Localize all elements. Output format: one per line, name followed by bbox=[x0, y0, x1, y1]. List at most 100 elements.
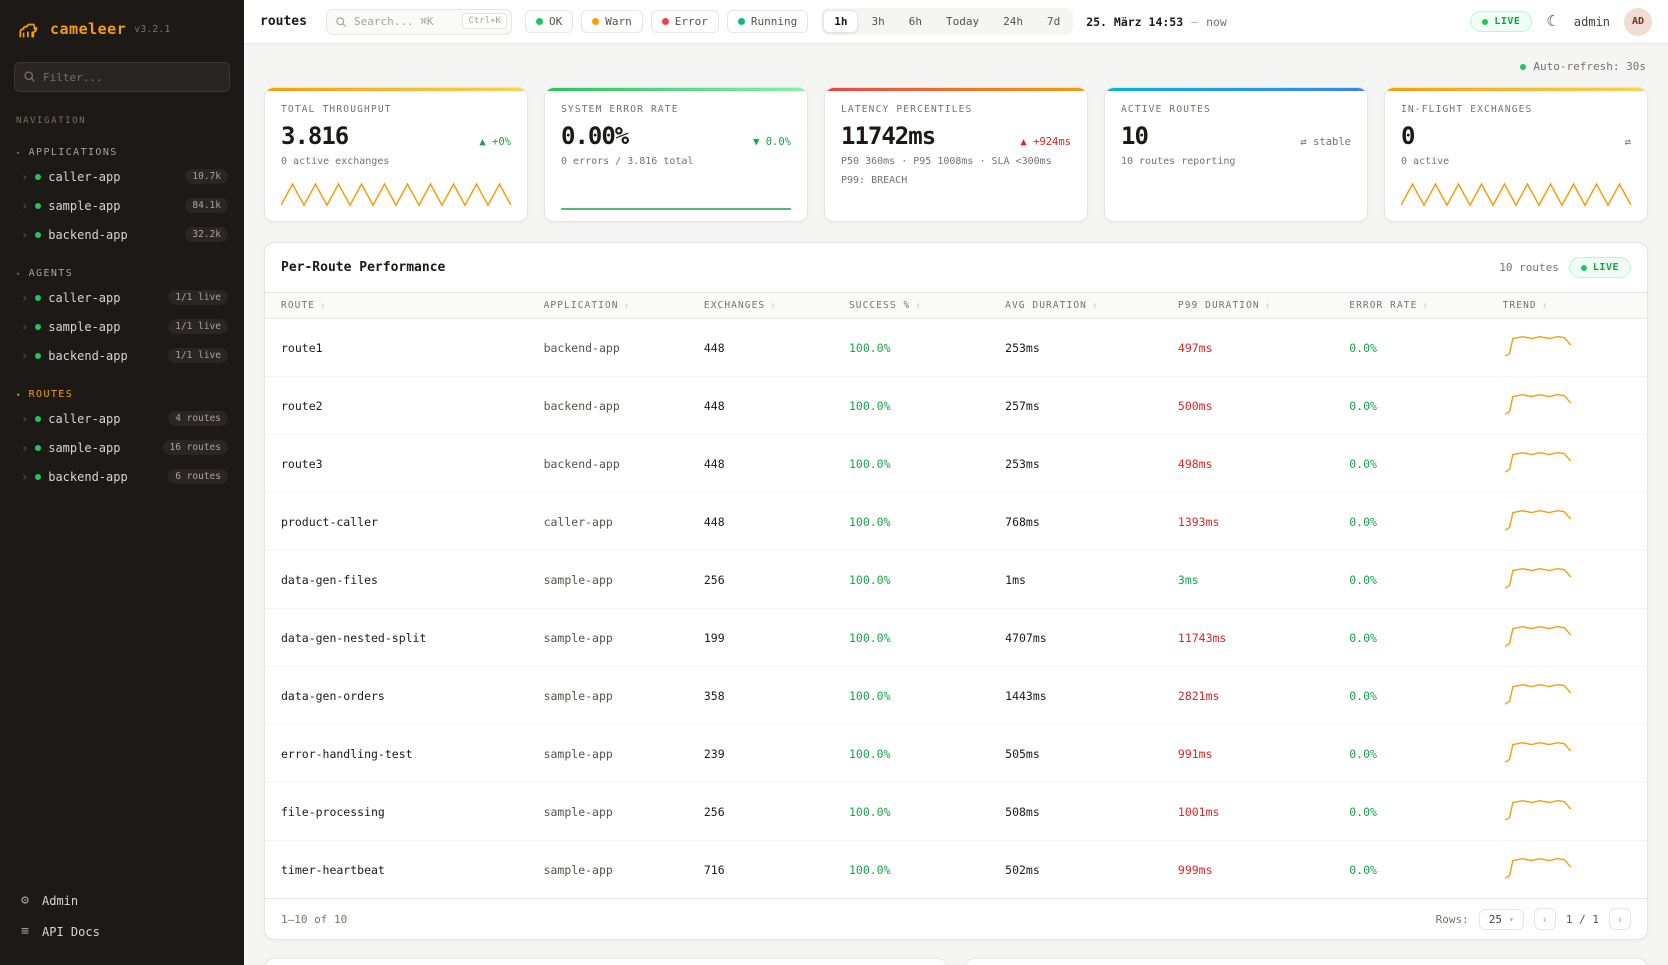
section-header-routes[interactable]: ▾ ROUTES bbox=[0, 382, 244, 404]
cell-exchanges: 448 bbox=[688, 319, 833, 377]
moon-icon: ☾ bbox=[1546, 13, 1559, 30]
table-row-product-caller[interactable]: product-caller caller-app 448 100.0% 768… bbox=[265, 493, 1647, 551]
cell-p99-duration: 999ms bbox=[1162, 841, 1333, 899]
cell-success: 100.0% bbox=[833, 493, 989, 551]
section-header-applications[interactable]: ▾ APPLICATIONS bbox=[0, 140, 244, 162]
cell-avg-duration: 4707ms bbox=[989, 609, 1162, 667]
range-button-3h[interactable]: 3h bbox=[860, 10, 895, 33]
range-button-today[interactable]: Today bbox=[935, 10, 990, 33]
sidebar-item-routes-sample-app[interactable]: › sample-app 16 routes bbox=[0, 433, 244, 462]
range-button-7d[interactable]: 7d bbox=[1036, 10, 1071, 33]
status-dot-icon bbox=[35, 295, 41, 301]
cell-route: product-caller bbox=[265, 493, 528, 551]
charts-grid: THROUGHPUT (MSG/S) LATENCY (MS) bbox=[264, 958, 1648, 965]
column-header-trend[interactable]: TREND↕ bbox=[1487, 293, 1647, 319]
cell-success: 100.0% bbox=[833, 435, 989, 493]
status-dot-icon bbox=[35, 203, 41, 209]
app-logo[interactable]: cameleer v3.2.1 bbox=[0, 0, 244, 56]
filter-chip-running[interactable]: Running bbox=[727, 10, 808, 33]
column-header-avg-duration[interactable]: AVG DURATION↕ bbox=[989, 293, 1162, 319]
sidebar-item-routes-backend-app[interactable]: › backend-app 6 routes bbox=[0, 462, 244, 491]
dark-mode-toggle[interactable]: ☾ bbox=[1546, 14, 1559, 29]
sidebar-sections: ▾ APPLICATIONS › caller-app 10.7k › samp… bbox=[0, 128, 244, 491]
cell-success: 100.0% bbox=[833, 377, 989, 435]
live-badge[interactable]: LIVE bbox=[1470, 11, 1532, 32]
table-row-file-processing[interactable]: file-processing sample-app 256 100.0% 50… bbox=[265, 783, 1647, 841]
sidebar-item-applications-caller-app[interactable]: › caller-app 10.7k bbox=[0, 162, 244, 191]
time-display[interactable]: 25. März 14:53 — now bbox=[1086, 15, 1227, 29]
sidebar-item-agents-caller-app[interactable]: › caller-app 1/1 live bbox=[0, 283, 244, 312]
cell-route: timer-heartbeat bbox=[265, 841, 528, 899]
cell-avg-duration: 253ms bbox=[989, 435, 1162, 493]
cell-success: 100.0% bbox=[833, 667, 989, 725]
rows-per-page-select[interactable]: 25 ▾ bbox=[1479, 909, 1524, 930]
cell-application: sample-app bbox=[528, 783, 688, 841]
next-page-button[interactable]: › bbox=[1609, 908, 1631, 930]
cell-trend bbox=[1487, 435, 1647, 493]
table-row-data-gen-files[interactable]: data-gen-files sample-app 256 100.0% 1ms… bbox=[265, 551, 1647, 609]
table-footer: 1–10 of 10 Rows: 25 ▾ ‹ 1 / 1 › bbox=[265, 898, 1647, 939]
item-badge: 84.1k bbox=[185, 198, 228, 213]
cell-route: route3 bbox=[265, 435, 528, 493]
table-row-route2[interactable]: route2 backend-app 448 100.0% 257ms 500m… bbox=[265, 377, 1647, 435]
sidebar-api-docs[interactable]: ≡ API Docs bbox=[0, 916, 244, 947]
status-dot-icon bbox=[35, 353, 41, 359]
prev-page-button[interactable]: ‹ bbox=[1534, 908, 1556, 930]
table-row-error-handling-test[interactable]: error-handling-test sample-app 239 100.0… bbox=[265, 725, 1647, 783]
sidebar-item-agents-sample-app[interactable]: › sample-app 1/1 live bbox=[0, 312, 244, 341]
table-row-route1[interactable]: route1 backend-app 448 100.0% 253ms 497m… bbox=[265, 319, 1647, 377]
column-header-success[interactable]: SUCCESS %↕ bbox=[833, 293, 989, 319]
cell-p99-duration: 1001ms bbox=[1162, 783, 1333, 841]
column-header-route[interactable]: ROUTE↕ bbox=[265, 293, 528, 319]
table-row-route3[interactable]: route3 backend-app 448 100.0% 253ms 498m… bbox=[265, 435, 1647, 493]
status-dot-icon bbox=[592, 18, 599, 25]
range-button-6h[interactable]: 6h bbox=[898, 10, 933, 33]
cell-trend bbox=[1487, 319, 1647, 377]
status-dot-icon bbox=[662, 18, 669, 25]
time-start: 25. März 14:53 bbox=[1086, 15, 1183, 29]
section-header-agents[interactable]: ▾ AGENTS bbox=[0, 261, 244, 283]
cell-avg-duration: 508ms bbox=[989, 783, 1162, 841]
cell-p99-duration: 991ms bbox=[1162, 725, 1333, 783]
table-title: Per-Route Performance bbox=[281, 260, 445, 275]
sidebar-admin[interactable]: ⚙ Admin bbox=[0, 885, 244, 916]
column-header-error-rate[interactable]: ERROR RATE↕ bbox=[1333, 293, 1486, 319]
range-button-24h[interactable]: 24h bbox=[992, 10, 1034, 33]
sort-icon: ↕ bbox=[320, 301, 327, 311]
table-row-timer-heartbeat[interactable]: timer-heartbeat sample-app 716 100.0% 50… bbox=[265, 841, 1647, 899]
filter-chip-warn[interactable]: Warn bbox=[581, 10, 643, 33]
kpi-card-active-routes: ACTIVE ROUTES 10 ⇄ stable 10 routes repo… bbox=[1104, 87, 1368, 222]
chevron-left-icon: ‹ bbox=[1542, 913, 1549, 926]
cell-trend bbox=[1487, 551, 1647, 609]
column-header-exchanges[interactable]: EXCHANGES↕ bbox=[688, 293, 833, 319]
nav-heading: NAVIGATION bbox=[16, 116, 228, 126]
avatar[interactable]: AD bbox=[1624, 8, 1652, 36]
sidebar-footer: ⚙ Admin ≡ API Docs bbox=[0, 875, 244, 965]
rows-per-page-label: Rows: bbox=[1436, 913, 1469, 926]
trend-sparkline-icon bbox=[1503, 333, 1573, 359]
cell-error-rate: 0.0% bbox=[1333, 667, 1486, 725]
cell-application: sample-app bbox=[528, 609, 688, 667]
column-header-p99-duration[interactable]: P99 DURATION↕ bbox=[1162, 293, 1333, 319]
sidebar-item-routes-caller-app[interactable]: › caller-app 4 routes bbox=[0, 404, 244, 433]
range-button-1h[interactable]: 1h bbox=[823, 10, 858, 33]
item-badge: 10.7k bbox=[185, 169, 228, 184]
sidebar-filter-input[interactable] bbox=[14, 62, 230, 92]
sidebar-item-applications-sample-app[interactable]: › sample-app 84.1k bbox=[0, 191, 244, 220]
sidebar-item-applications-backend-app[interactable]: › backend-app 32.2k bbox=[0, 220, 244, 249]
chevron-right-icon: › bbox=[21, 470, 28, 484]
route-table-body: route1 backend-app 448 100.0% 253ms 497m… bbox=[265, 319, 1647, 899]
route-table-card: Per-Route Performance 10 routes LIVE ROU… bbox=[264, 242, 1648, 940]
cell-error-rate: 0.0% bbox=[1333, 725, 1486, 783]
column-header-application[interactable]: APPLICATION↕ bbox=[528, 293, 688, 319]
table-row-data-gen-nested-split[interactable]: data-gen-nested-split sample-app 199 100… bbox=[265, 609, 1647, 667]
cell-route: data-gen-nested-split bbox=[265, 609, 528, 667]
sidebar-item-agents-backend-app[interactable]: › backend-app 1/1 live bbox=[0, 341, 244, 370]
filter-chip-ok[interactable]: OK bbox=[525, 10, 573, 33]
filter-chip-error[interactable]: Error bbox=[651, 10, 719, 33]
search-box: Ctrl+K bbox=[326, 9, 512, 35]
cell-p99-duration: 1393ms bbox=[1162, 493, 1333, 551]
cell-application: sample-app bbox=[528, 725, 688, 783]
table-row-data-gen-orders[interactable]: data-gen-orders sample-app 358 100.0% 14… bbox=[265, 667, 1647, 725]
kpi-label: LATENCY PERCENTILES bbox=[841, 104, 1071, 115]
